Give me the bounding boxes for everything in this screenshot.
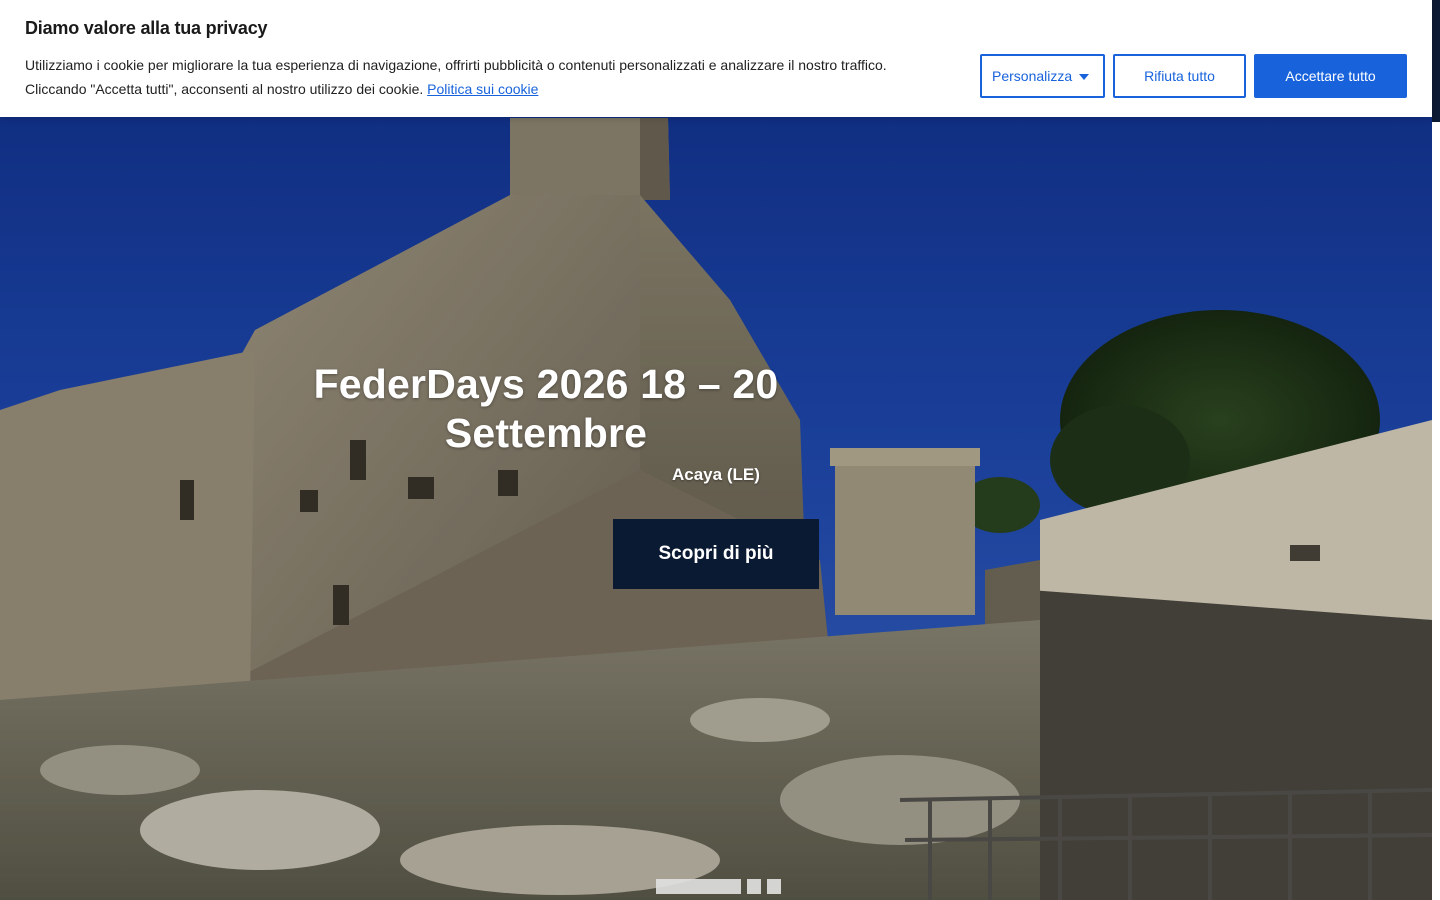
slider-dot-3[interactable] bbox=[767, 879, 781, 894]
hero-title: FederDays 2026 18 – 20 Settembre bbox=[313, 361, 779, 456]
accept-all-button[interactable]: Accettare tutto bbox=[1254, 54, 1407, 98]
caret-down-icon bbox=[1079, 74, 1089, 80]
cookie-banner-text: Utilizziamo i cookie per migliorare la t… bbox=[25, 53, 955, 101]
cookie-consent-banner: Diamo valore alla tua privacy Utilizziam… bbox=[0, 0, 1432, 117]
slider-dot-1[interactable] bbox=[656, 879, 741, 894]
hero-slider: FederDays 2026 18 – 20 Settembre Acaya (… bbox=[0, 0, 1432, 900]
reject-all-button[interactable]: Rifiuta tutto bbox=[1113, 54, 1246, 98]
hero-subtitle: Acaya (LE) bbox=[672, 465, 760, 484]
page-scrollbar[interactable] bbox=[1432, 0, 1440, 900]
slider-pagination bbox=[656, 879, 781, 894]
customize-button[interactable]: Personalizza bbox=[980, 54, 1105, 98]
cookie-policy-link[interactable]: Politica sui cookie bbox=[427, 81, 538, 97]
header-edge bbox=[1432, 0, 1440, 122]
customize-label: Personalizza bbox=[992, 68, 1073, 84]
hero-text-block: FederDays 2026 18 – 20 Settembre bbox=[296, 360, 796, 458]
cookie-text-line1: Utilizziamo i cookie per migliorare la t… bbox=[25, 57, 887, 73]
slider-dot-2[interactable] bbox=[747, 879, 761, 894]
discover-more-button[interactable]: Scopri di più bbox=[613, 519, 819, 589]
cookie-text-line2: Cliccando "Accetta tutti", acconsenti al… bbox=[25, 81, 424, 97]
cookie-banner-title: Diamo valore alla tua privacy bbox=[25, 18, 268, 38]
